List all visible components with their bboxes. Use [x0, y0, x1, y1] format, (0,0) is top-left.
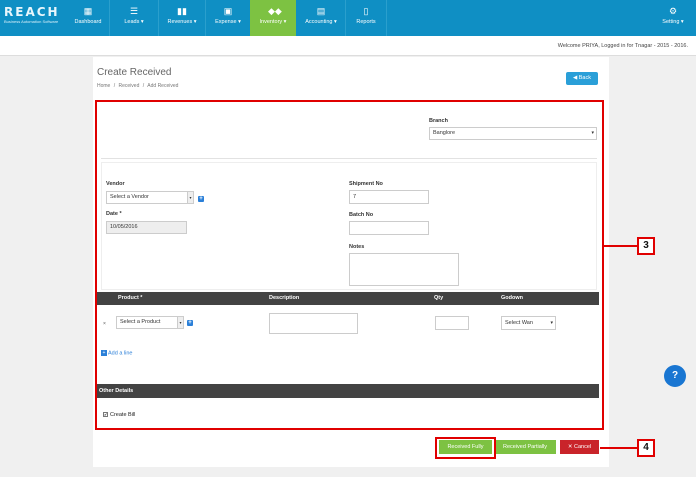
breadcrumb-home[interactable]: Home — [97, 83, 110, 89]
nav-item-label: Setting ▾ — [662, 19, 684, 25]
nav-item-reports[interactable]: ▯ Reports — [346, 0, 386, 36]
received-partially-button[interactable]: Received Partially — [494, 440, 556, 454]
logo-wordmark: REACH — [4, 5, 60, 19]
breadcrumb-current: Add Received — [147, 83, 179, 89]
nav-item-label: Expense ▾ — [215, 19, 241, 25]
nav-item-label: Accounting ▾ — [305, 19, 337, 25]
nav-item-label: Leads ▾ — [124, 19, 144, 25]
nav-item-label: Inventory ▾ — [259, 19, 287, 25]
document-icon: ▯ — [363, 6, 369, 16]
help-chat-icon[interactable]: ? — [664, 365, 686, 387]
nav-item-leads[interactable]: ☰ Leads ▾ — [110, 0, 158, 36]
gear-icon: ⚙ — [668, 6, 678, 16]
cancel-button[interactable]: ✕ Cancel — [560, 440, 599, 454]
annotation-callout-4: 4 — [637, 439, 655, 457]
reach-logo[interactable]: REACH Business Automation Software — [4, 6, 66, 30]
bar-chart-icon: ▮▮ — [177, 6, 187, 16]
money-icon: ▣ — [223, 6, 233, 16]
nav-item-setting[interactable]: ⚙ Setting ▾ — [654, 0, 692, 36]
cubes-icon: ◆◆ — [268, 6, 282, 16]
annotation-leader-line — [604, 245, 637, 247]
breadcrumb-separator: / — [142, 83, 145, 89]
back-button[interactable]: ◀ Back — [566, 72, 598, 85]
nav-item-inventory[interactable]: ◆◆ Inventory ▾ — [250, 0, 296, 36]
welcome-bar: Welcome PRIYA, Logged in for Tnagar - 20… — [0, 36, 696, 56]
list-icon: ☰ — [129, 6, 139, 16]
page-title: Create Received — [97, 67, 172, 78]
breadcrumb-separator: / — [113, 83, 116, 89]
nav-separator — [386, 0, 387, 36]
dashboard-icon: ▦ — [83, 6, 93, 16]
nav-item-label: Dashboard — [74, 19, 102, 25]
calculator-icon: ▤ — [316, 6, 326, 16]
nav-item-accounting[interactable]: ▤ Accounting ▾ — [297, 0, 345, 36]
nav-item-dashboard[interactable]: ▦ Dashboard — [67, 0, 109, 36]
logo-tagline: Business Automation Software — [4, 19, 59, 24]
nav-item-label: Reports — [356, 19, 376, 25]
nav-item-label: Revenues ▾ — [167, 19, 197, 25]
breadcrumb-received[interactable]: Received — [119, 83, 140, 89]
annotation-leader-line — [600, 447, 637, 449]
top-navigation-bar: REACH Business Automation Software ▦ Das… — [0, 0, 696, 36]
breadcrumb: Home / Received / Add Received — [97, 83, 180, 89]
nav-item-expense[interactable]: ▣ Expense ▾ — [206, 0, 250, 36]
annotation-highlight-form — [95, 100, 604, 430]
annotation-highlight-received-fully — [435, 437, 496, 459]
annotation-callout-3: 3 — [637, 237, 655, 255]
nav-item-revenues[interactable]: ▮▮ Revenues ▾ — [159, 0, 205, 36]
welcome-message: Welcome PRIYA, Logged in for Tnagar - 20… — [557, 43, 688, 49]
